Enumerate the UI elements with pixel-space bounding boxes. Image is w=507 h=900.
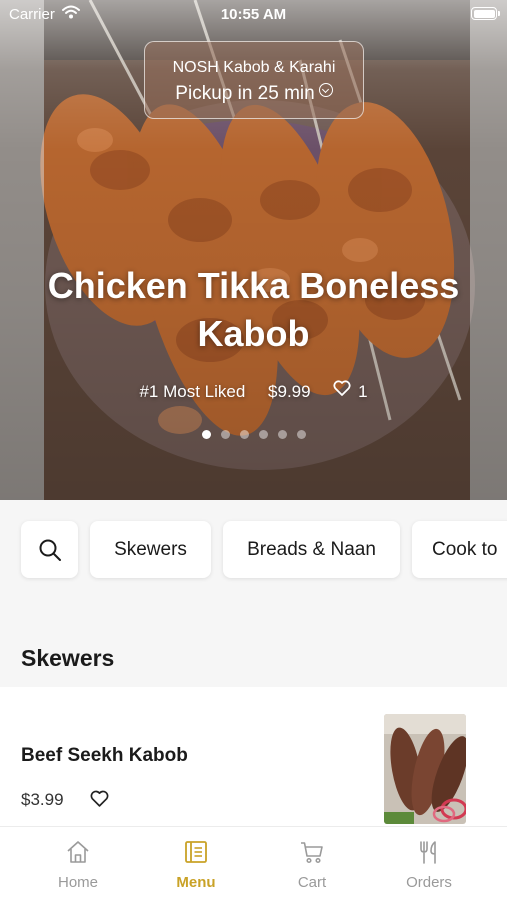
tab-home-label: Home [57,874,98,891]
tab-orders-label: Orders [406,874,452,891]
chevron-down-circle-icon [318,83,333,97]
cart-icon [301,842,323,864]
hero-banner[interactable]: Carrier 10:55 AM NOSH Kabob & Karahi Pic… [0,0,507,500]
category-chip-cook-to[interactable]: Cook to [412,521,507,578]
pager-dot[interactable] [258,430,268,439]
pager-dot[interactable] [201,430,211,439]
menu-item-price: $3.99 [21,790,64,809]
category-chip-breads-naan[interactable]: Breads & Naan [223,521,400,578]
search-button[interactable] [21,521,78,578]
menu-icon [185,841,207,863]
carousel-pager[interactable] [0,430,507,439]
category-chip-skewers[interactable]: Skewers [90,521,211,578]
tab-orders[interactable]: Orders [366,827,492,900]
like-count: 1 [358,381,368,401]
status-bar: Carrier 10:55 AM [0,0,507,28]
home-icon [67,841,89,863]
pager-dot[interactable] [296,430,306,439]
battery-icon [471,7,500,20]
heart-icon[interactable] [90,790,109,807]
tab-menu[interactable]: Menu [133,827,259,900]
featured-item-meta: #1 Most Liked $9.99 1 [0,380,507,402]
tab-cart[interactable]: Cart [249,827,375,900]
featured-item-price: $9.99 [268,381,311,401]
orders-icon [420,841,436,864]
store-name: NOSH Kabob & Karahi [172,59,336,76]
bottom-tab-bar: Home Menu Cart Orders [0,826,507,900]
tab-cart-label: Cart [297,874,327,891]
pickup-time: Pickup in 25 min [175,83,315,104]
clock-label: 10:55 AM [220,6,287,23]
menu-item-name: Beef Seekh Kabob [21,745,188,766]
heart-icon[interactable] [333,380,351,396]
tab-home[interactable]: Home [15,827,141,900]
section-title: Skewers [21,645,115,671]
pager-dot[interactable] [220,430,230,439]
menu-item-photo [384,714,466,824]
pager-dot[interactable] [277,430,287,439]
tab-menu-label: Menu [176,874,216,891]
pager-dot[interactable] [239,430,249,439]
category-strip[interactable]: Skewers Breads & Naan Cook to [0,500,507,600]
search-icon [39,539,61,561]
menu-item-card[interactable]: Beef Seekh Kabob $3.99 [0,687,507,837]
store-pickup-selector[interactable]: NOSH Kabob & Karahi Pickup in 25 min [144,41,364,119]
featured-item-title: Chicken Tikka Boneless Kabob [47,265,460,354]
most-liked-tag: #1 Most Liked [139,381,246,401]
